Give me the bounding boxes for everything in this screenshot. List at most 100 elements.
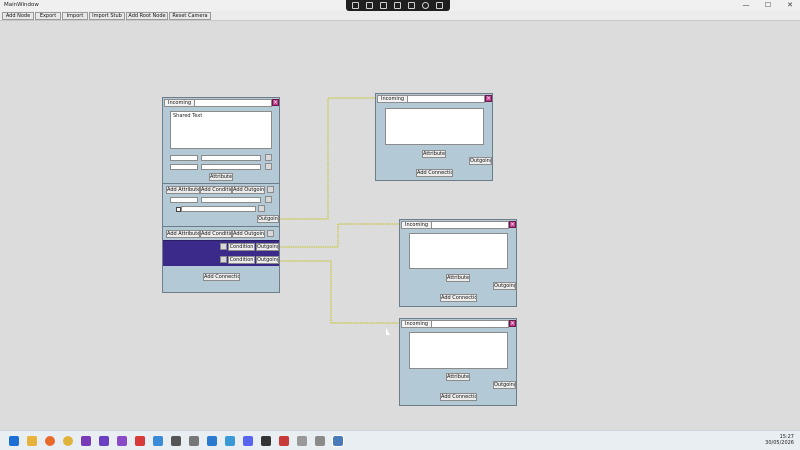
outgoing-button[interactable]: Outgoing	[469, 157, 492, 165]
dialogue-node[interactable]: Incoming × Attributes Outgoing Add Conne…	[399, 219, 517, 307]
add-connection-button[interactable]: Add Connection	[440, 294, 477, 302]
node-text-area[interactable]: Shared Text	[170, 111, 272, 149]
attributes-button[interactable]: Attributes	[446, 274, 470, 282]
add-root-node-button[interactable]: Add Root Node	[126, 12, 168, 20]
outgoing-button[interactable]: Outgoing	[493, 282, 516, 290]
app-icon[interactable]	[279, 436, 289, 446]
node-close-button[interactable]: ×	[509, 221, 516, 228]
close-button[interactable]: ✕	[784, 1, 796, 10]
node-text-area[interactable]	[409, 332, 508, 369]
remove-attribute-button[interactable]	[265, 154, 272, 161]
capture-toolbar	[346, 0, 450, 11]
attribute-key-input[interactable]	[170, 164, 198, 170]
connection-wire	[279, 97, 376, 220]
node-header: Incoming	[164, 99, 272, 107]
attributes-button[interactable]: Attributes	[209, 173, 233, 181]
app-icon[interactable]	[189, 436, 199, 446]
incoming-tab[interactable]: Incoming	[402, 222, 433, 228]
zotero-icon[interactable]	[135, 436, 145, 446]
import-stub-button[interactable]: Import Stub	[89, 12, 125, 20]
remove-condition-button[interactable]	[220, 256, 227, 263]
attribute-key-input[interactable]	[170, 155, 198, 161]
attributes-button[interactable]: Attributes	[446, 373, 470, 381]
export-button[interactable]: Export	[35, 12, 61, 20]
condition-button[interactable]: Condition	[228, 243, 255, 251]
window-capture-icon[interactable]	[394, 2, 401, 9]
incoming-tab[interactable]: Incoming	[165, 100, 196, 106]
media-app-icon[interactable]	[81, 436, 91, 446]
incoming-tab[interactable]: Incoming	[378, 96, 409, 102]
outgoing-button[interactable]: Outgoing	[257, 215, 279, 223]
toolbar: Add Node Export Import Import Stub Add R…	[0, 11, 800, 21]
capture-region-icon[interactable]	[352, 2, 359, 9]
vscode-icon[interactable]	[207, 436, 217, 446]
remove-section-button[interactable]	[267, 186, 274, 193]
monitor-icon[interactable]	[408, 2, 415, 9]
outgoing-button[interactable]: Outgoing	[256, 243, 279, 251]
add-connection-button[interactable]: Add Connection	[203, 273, 240, 281]
graph-canvas[interactable]: Incoming × Shared Text Attributes Add At…	[0, 22, 800, 430]
add-condition-button[interactable]: Add Condition	[200, 186, 232, 194]
remove-condition-button[interactable]	[220, 243, 227, 250]
dialogue-node[interactable]: Incoming × Attributes Outgoing Add Conne…	[375, 93, 493, 181]
add-attribute-button[interactable]: Add Attribute	[166, 186, 200, 194]
start-icon[interactable]	[9, 436, 19, 446]
node-text-area[interactable]	[385, 108, 484, 145]
outgoing-button[interactable]: Outgoing	[256, 256, 279, 264]
remove-attribute-button[interactable]	[265, 196, 272, 203]
mainwindow-app-icon[interactable]	[332, 435, 344, 447]
node-header: Incoming	[401, 320, 509, 328]
node-close-button[interactable]: ×	[509, 320, 516, 327]
app-icon[interactable]	[315, 436, 325, 446]
node-close-button[interactable]: ×	[485, 95, 492, 102]
add-attribute-button[interactable]: Add Attribute	[166, 230, 200, 238]
incoming-tab[interactable]: Incoming	[402, 321, 433, 327]
condition-input[interactable]	[181, 206, 256, 212]
remove-attribute-button[interactable]	[265, 163, 272, 170]
discord-icon[interactable]	[243, 436, 253, 446]
zoom-icon[interactable]	[153, 436, 163, 446]
attribute-key-input[interactable]	[170, 197, 198, 203]
remove-section-button[interactable]	[267, 230, 274, 237]
import-button[interactable]: Import	[62, 12, 88, 20]
settings-icon[interactable]	[436, 2, 443, 9]
maximize-button[interactable]: ☐	[762, 1, 774, 10]
node-text-area[interactable]	[409, 233, 508, 269]
divider	[163, 226, 279, 227]
attribute-value-input[interactable]	[201, 155, 261, 161]
minimize-button[interactable]: —	[740, 1, 752, 10]
add-connection-button[interactable]: Add Connection	[416, 169, 453, 177]
dialogue-node[interactable]: Incoming × Attributes Outgoing Add Conne…	[399, 318, 517, 406]
condition-button[interactable]: Condition	[228, 256, 255, 264]
video-icon[interactable]	[366, 2, 373, 9]
node-header: Incoming	[377, 95, 485, 103]
app-icon[interactable]	[225, 436, 235, 446]
add-outgoing-button[interactable]: Add Outgoing	[232, 230, 265, 238]
add-connection-button[interactable]: Add Connection	[440, 393, 477, 401]
mouse-cursor-icon	[386, 328, 390, 335]
attribute-value-input[interactable]	[201, 164, 261, 170]
reset-camera-button[interactable]: Reset Camera	[169, 12, 211, 20]
screenshot-icon[interactable]	[380, 2, 387, 9]
node-close-button[interactable]: ×	[272, 99, 279, 106]
chrome-icon[interactable]	[63, 436, 73, 446]
dialogue-node-main[interactable]: Incoming × Shared Text Attributes Add At…	[162, 97, 280, 293]
attributes-button[interactable]: Attributes	[422, 150, 446, 158]
app-icon[interactable]	[261, 436, 271, 446]
app-icon[interactable]	[99, 436, 109, 446]
taskbar: 15:27 30/05/2026	[0, 430, 800, 450]
record-icon[interactable]	[422, 2, 429, 9]
file-explorer-icon[interactable]	[27, 436, 37, 446]
remove-condition-button[interactable]	[258, 205, 265, 212]
visual-studio-icon[interactable]	[117, 436, 127, 446]
unity-icon[interactable]	[171, 436, 181, 446]
attribute-value-input[interactable]	[201, 197, 261, 203]
add-outgoing-button[interactable]: Add Outgoing	[232, 186, 265, 194]
system-clock[interactable]: 15:27 30/05/2026	[765, 434, 794, 446]
firefox-icon[interactable]	[45, 436, 55, 446]
app-icon[interactable]	[297, 436, 307, 446]
outgoing-button[interactable]: Outgoing	[493, 381, 516, 389]
add-node-button[interactable]: Add Node	[2, 12, 34, 20]
connection-wire	[279, 260, 400, 324]
add-condition-button[interactable]: Add Condition	[200, 230, 232, 238]
